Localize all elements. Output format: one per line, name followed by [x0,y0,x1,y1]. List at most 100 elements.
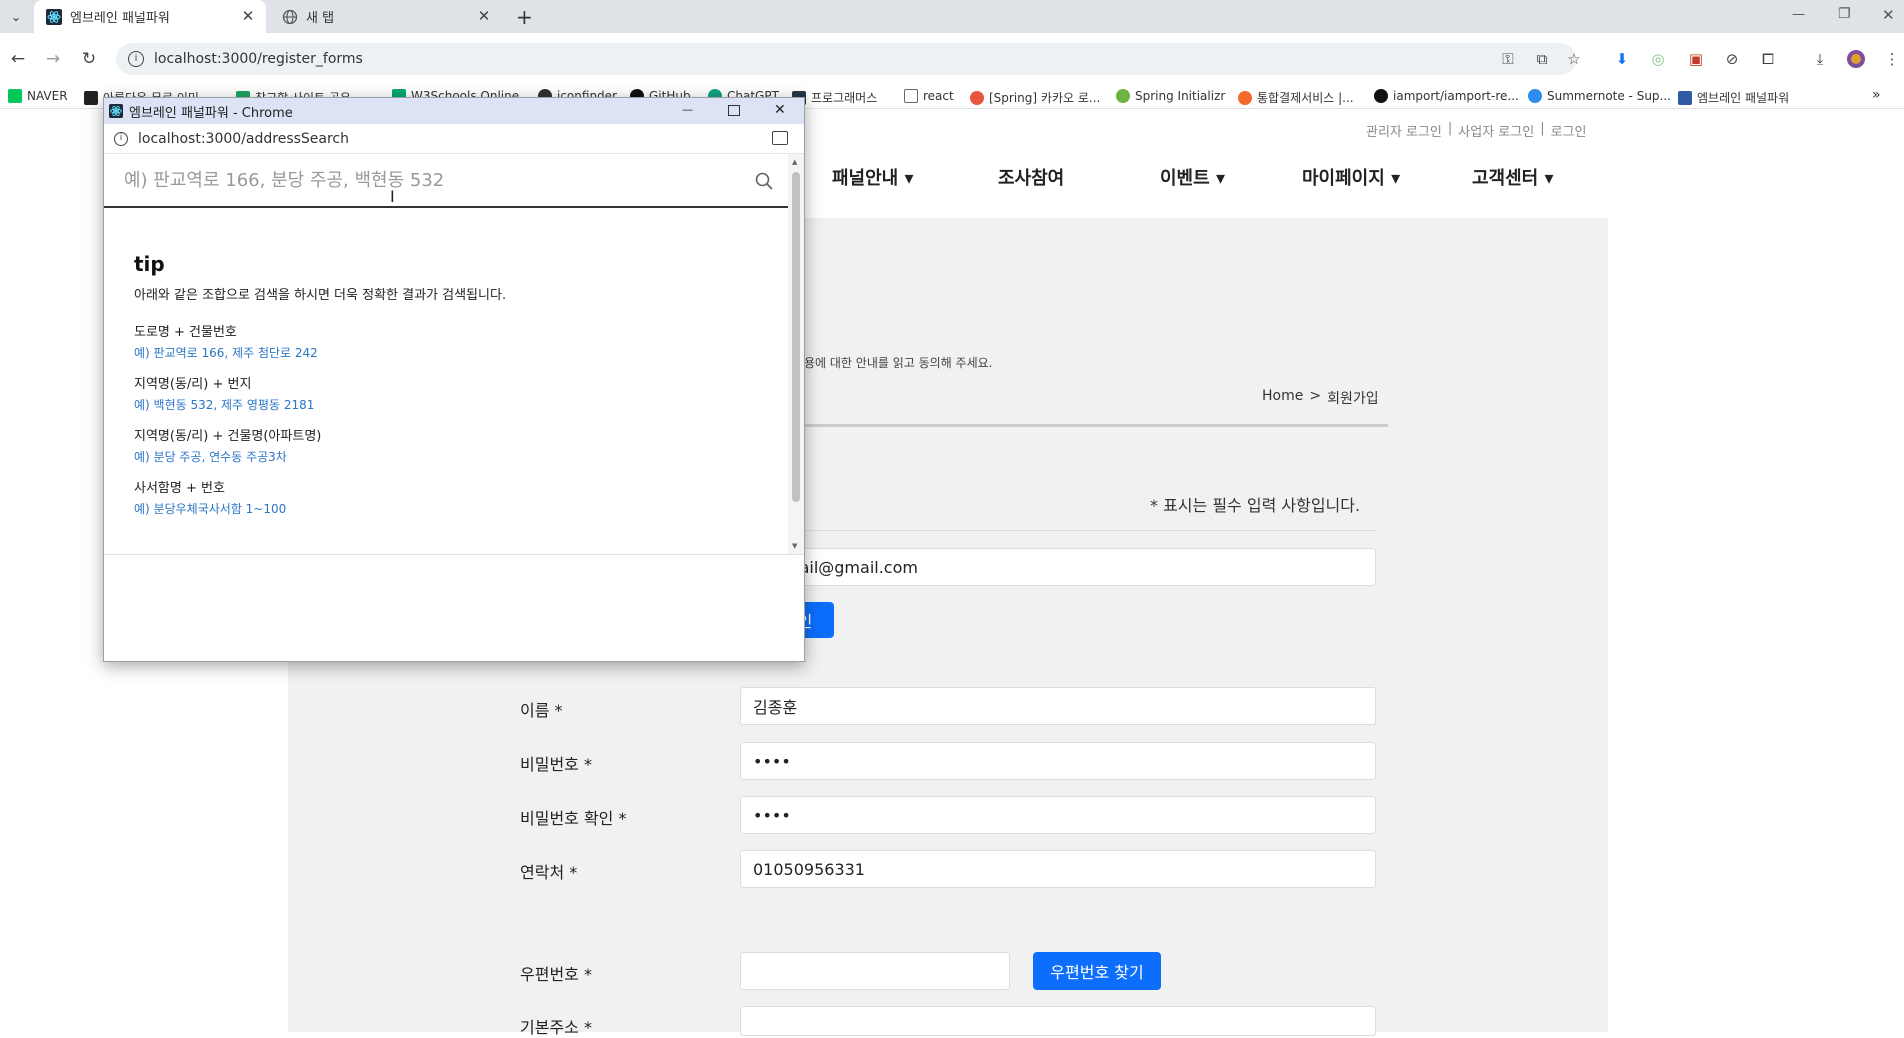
tip-heading: 사서함명 + 번호 [134,481,225,496]
postcode-field[interactable] [740,952,1010,990]
chrome-globe-icon [282,9,298,25]
search-icon[interactable] [754,171,774,191]
tab-title: 엠브레인 패널파워 [70,11,170,26]
name-label: 이름 * [520,701,563,720]
tip-heading: 도로명 + 건물번호 [134,325,237,340]
tip-heading: 지역명(동/리) + 번지 [134,377,252,392]
bookmark-item[interactable]: Summernote - Sup... [1528,89,1671,103]
address-search-popup: 엠브레인 패널파워 - Chrome — ✕ i localhost:3000/… [103,97,805,662]
breadcrumb-separator: > [1309,388,1322,404]
url-text: localhost:3000/register_forms [154,51,363,67]
bookmark-item[interactable]: NAVER [8,89,68,103]
close-tab-icon[interactable]: ✕ [476,8,492,24]
bookmark-item[interactable]: Spring Initializr [1116,89,1225,103]
breadcrumb-home[interactable]: Home [1262,388,1303,408]
menu-survey[interactable]: 조사참여 [998,164,1064,190]
scroll-down-arrow-icon[interactable]: ▼ [792,542,797,550]
back-arrow-icon[interactable]: ← [8,49,28,69]
menu-panel-guide[interactable]: 패널안내 ▾ [832,164,914,190]
folder-icon [904,89,918,103]
tistory-icon [970,90,984,105]
close-window-button[interactable]: ✕ [1882,6,1895,24]
postcode-label: 우편번호 * [520,965,592,984]
extension-circle-icon[interactable]: ◎ [1648,49,1668,69]
breadcrumb-current: 회원가입 [1327,391,1379,407]
tab-new-tab[interactable]: 새 탭 ✕ [270,0,502,33]
tab-title: 새 탭 [306,11,335,26]
scroll-up-arrow-icon[interactable]: ▲ [792,158,797,166]
forward-arrow-icon[interactable]: → [43,49,63,69]
bookmark-star-icon[interactable]: ☆ [1564,49,1584,69]
popup-close-button[interactable]: ✕ [774,102,786,118]
menu-event[interactable]: 이벤트 ▾ [1160,164,1225,190]
profile-avatar-icon[interactable] [1846,49,1866,69]
divider [804,424,1388,427]
bookmark-item[interactable]: 통합결제서비스 |... [1238,89,1354,106]
close-tab-icon[interactable]: ✕ [240,8,256,24]
restore-button[interactable]: ❐ [1838,6,1851,22]
popup-minimize-button[interactable]: — [682,103,693,116]
email-field[interactable]: rail@gmail.com [740,548,1376,586]
site-info-icon[interactable]: i [114,131,128,146]
login-link[interactable]: 로그인 [1551,121,1587,140]
bookmark-item[interactable]: iamport/iamport-re... [1374,89,1519,103]
open-in-window-icon[interactable] [772,131,788,145]
password-confirm-field[interactable]: •••• [740,796,1376,834]
phone-field[interactable]: 01050956331 [740,850,1376,888]
bookmark-item[interactable]: 엠브레인 패널파워 [1678,89,1789,106]
address-search-input[interactable] [124,169,734,191]
divider [740,530,1376,531]
agree-text: 용에 대한 안내를 읽고 동의해 주세요. [804,356,993,370]
business-login-link[interactable]: 사업자 로그인 [1458,121,1534,140]
github-icon [1374,89,1388,103]
popup-search-bar [104,154,788,208]
reload-icon[interactable]: ↻ [79,49,99,69]
extensions-puzzle-icon[interactable]: ⧠ [1758,49,1778,69]
tip-example: 예) 백현동 532, 제주 영평동 2181 [134,398,315,412]
popup-scrollbar[interactable]: ▲ ▼ [788,154,804,554]
address-bar[interactable]: i localhost:3000/register_forms [116,43,1576,75]
install-app-icon[interactable]: ⧉ [1532,49,1552,69]
popup-url-text: localhost:3000/addressSearch [138,130,350,147]
admin-login-link[interactable]: 관리자 로그인 [1366,121,1442,140]
bookmarks-overflow-icon[interactable]: » [1872,87,1881,103]
popup-maximize-button[interactable] [728,105,740,116]
breadcrumb: Home > 회원가입 [1262,388,1379,408]
extension-red-icon[interactable]: ▣ [1686,49,1706,69]
password-key-icon[interactable]: ⚿ [1498,49,1518,69]
find-postcode-button[interactable]: 우편번호 찾기 [1033,952,1161,990]
bookmark-item[interactable]: [Spring] 카카오 로... [970,89,1100,106]
new-tab-button[interactable]: + [516,5,533,29]
bookmark-folder[interactable]: react [904,89,954,103]
chrome-menu-icon[interactable]: ⋮ [1882,49,1902,69]
naver-icon [8,89,22,103]
tip-heading: 지역명(동/리) + 건물명(아파트명) [134,429,322,444]
popup-address-bar: i localhost:3000/addressSearch [104,124,804,154]
minimize-button[interactable]: — [1792,7,1805,22]
react-favicon-icon [46,8,62,25]
required-note: * 표시는 필수 입력 사항입니다. [1150,496,1361,515]
unsplash-icon [84,90,98,105]
tip-example: 예) 분당우체국사서함 1~100 [134,502,287,516]
downloads-icon[interactable]: ⤓ [1810,49,1830,69]
password-label: 비밀번호 * [520,755,592,774]
extension-block-icon[interactable]: ⊘ [1722,49,1742,69]
site-info-icon[interactable]: i [128,51,144,67]
address-label: 기본주소 * [520,1018,592,1037]
tab-active[interactable]: 엠브레인 패널파워 ✕ [34,0,266,33]
password-field[interactable]: •••• [740,742,1376,780]
menu-mypage[interactable]: 마이페이지 ▾ [1302,164,1400,190]
react-favicon-icon [109,104,123,118]
tip-title: tip [134,252,165,276]
extension-download-icon[interactable]: ⬇ [1612,49,1632,69]
tab-search-button[interactable]: ⌄ [6,7,26,27]
portone-icon [1238,90,1252,105]
scrollbar-thumb[interactable] [792,172,800,502]
divider [104,554,804,555]
tip-description: 아래와 같은 조합으로 검색을 하시면 더욱 정확한 결과가 검색됩니다. [134,288,507,303]
phone-label: 연락처 * [520,863,578,882]
menu-customer-center[interactable]: 고객센터 ▾ [1472,164,1554,190]
name-field[interactable]: 김종훈 [740,687,1376,725]
popup-titlebar: 엠브레인 패널파워 - Chrome — ✕ [104,98,804,124]
tip-example: 예) 판교역로 166, 제주 첨단로 242 [134,346,318,360]
